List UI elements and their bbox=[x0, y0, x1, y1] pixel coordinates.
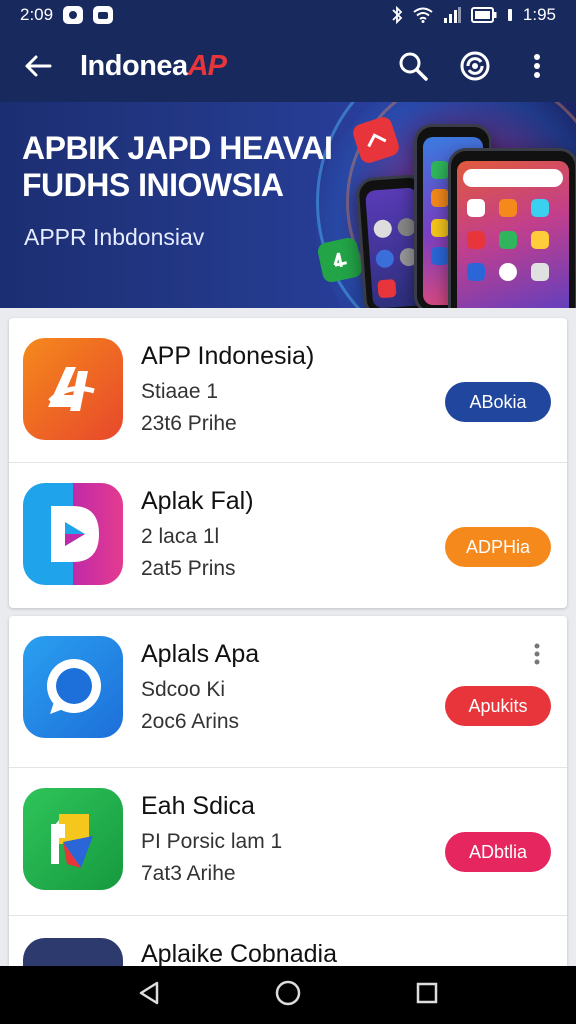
app-name: Eah Sdica bbox=[141, 792, 255, 820]
list-item[interactable]: Aplals Apa Sdcoo Ki 2oc6 Arins Apukits bbox=[9, 616, 567, 768]
banner-subtitle: APPR Inbdonsiav bbox=[24, 224, 205, 250]
app-title-accent: AP bbox=[187, 49, 227, 82]
search-icon[interactable] bbox=[392, 45, 434, 87]
phone-mockup bbox=[448, 148, 576, 308]
app-meta-2: 7at3 Arihe bbox=[141, 862, 236, 885]
app-a-icon bbox=[23, 338, 123, 440]
promo-banner[interactable]: APBIK JAPD HEAVAI FUDHS INIOWSIA APPR In… bbox=[0, 102, 576, 308]
more-vert-icon[interactable] bbox=[529, 640, 545, 668]
app-meta-1: PI Porsic lam 1 bbox=[141, 830, 283, 853]
chat-bubble-icon bbox=[23, 636, 123, 738]
play-icon bbox=[23, 483, 123, 585]
bluetooth-icon bbox=[391, 6, 403, 24]
install-button[interactable]: ABokia bbox=[445, 382, 551, 422]
install-button[interactable]: ADbtlia bbox=[445, 832, 551, 872]
app-meta-1: Stiaae 1 bbox=[141, 380, 219, 403]
app-meta-2: 23t6 Prihe bbox=[141, 412, 237, 435]
notification-icon bbox=[63, 6, 84, 24]
install-button[interactable]: Apukits bbox=[445, 686, 551, 726]
battery-icon bbox=[470, 7, 497, 23]
banner-headline-line2: FUDHS INIOWSIA bbox=[22, 167, 284, 203]
app-list-card: APP Indonesia) Stiaae 1 23t6 Prihe ABoki… bbox=[9, 318, 567, 608]
app-meta-2: 2at5 Prins bbox=[141, 557, 236, 580]
status-time-right: 1:95 bbox=[522, 5, 556, 24]
vibrate-icon bbox=[507, 7, 513, 23]
system-nav-bar bbox=[0, 966, 576, 1024]
app-title-main: Indonea bbox=[80, 49, 188, 82]
install-button[interactable]: ADPHia bbox=[445, 527, 551, 567]
message-icon bbox=[93, 6, 114, 24]
app-list-card: Aplals Apa Sdcoo Ki 2oc6 Arins Apukits E… bbox=[9, 616, 567, 1024]
list-item[interactable]: APP Indonesia) Stiaae 1 23t6 Prihe ABoki… bbox=[9, 318, 567, 463]
app-title: Indonea AP bbox=[80, 49, 227, 83]
home-nav-icon[interactable] bbox=[274, 979, 302, 1012]
back-arrow-icon[interactable] bbox=[18, 46, 58, 86]
refresh-icon[interactable] bbox=[454, 45, 496, 87]
app-bar: Indonea AP bbox=[0, 30, 576, 102]
app-name: Aplaike Cobnadia bbox=[141, 940, 337, 968]
app-name: APP Indonesia) bbox=[141, 342, 315, 370]
status-bar: 2:09 1:95 bbox=[0, 0, 576, 30]
back-nav-icon[interactable] bbox=[137, 980, 161, 1011]
list-item[interactable]: Aplak Fal) 2 laca 1l 2at5 Prins ADPHia bbox=[9, 463, 567, 608]
app-meta-2: 2oc6 Arins bbox=[141, 710, 240, 733]
app-meta-1: Sdcoo Ki bbox=[141, 678, 226, 701]
floating-app-icon bbox=[316, 236, 364, 284]
signal-icon bbox=[443, 7, 461, 23]
banner-headline: APBIK JAPD HEAVAI FUDHS INIOWSIA bbox=[22, 130, 333, 204]
status-time-left: 2:09 bbox=[20, 5, 54, 24]
banner-headline-line1: APBIK JAPD HEAVAI bbox=[22, 130, 333, 166]
app-name: Aplak Fal) bbox=[141, 487, 254, 515]
recents-nav-icon[interactable] bbox=[415, 981, 439, 1010]
more-vert-icon[interactable] bbox=[516, 45, 558, 87]
app-name: Aplals Apa bbox=[141, 640, 260, 668]
list-item[interactable]: Eah Sdica PI Porsic lam 1 7at3 Arihe ADb… bbox=[9, 768, 567, 916]
maps-icon bbox=[23, 788, 123, 890]
wifi-icon bbox=[413, 7, 433, 23]
app-meta-1: 2 laca 1l bbox=[141, 525, 220, 548]
